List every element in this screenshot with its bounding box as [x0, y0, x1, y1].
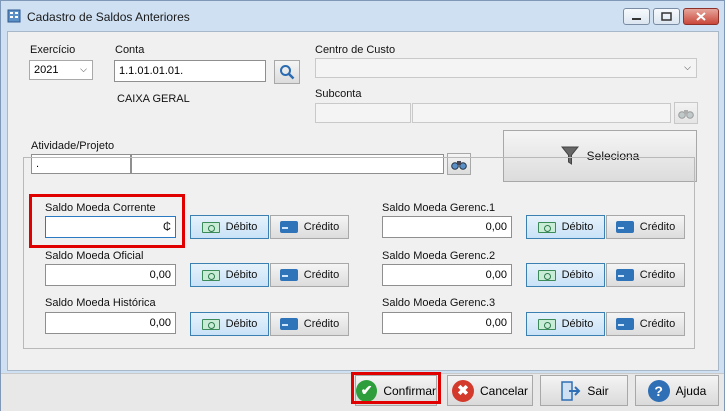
saldo-corrente-credito-button[interactable]: Crédito: [270, 215, 349, 239]
title-bar[interactable]: Cadastro de Saldos Anteriores: [1, 1, 724, 31]
centro-custo-label: Centro de Custo: [315, 44, 396, 56]
saldo-historica-credito-button[interactable]: Crédito: [270, 312, 349, 336]
centro-custo-select[interactable]: ⌵: [315, 58, 697, 78]
debito-label: Débito: [225, 269, 258, 281]
money-icon: [201, 318, 220, 330]
search-icon: [280, 65, 295, 80]
saldo-gerenc2-credito-button[interactable]: Crédito: [606, 263, 685, 287]
saldo-oficial-label: Saldo Moeda Oficial: [45, 250, 144, 262]
credito-label: Crédito: [303, 269, 340, 281]
saldo-gerenc2-input[interactable]: 0,00: [382, 264, 512, 286]
credit-card-icon: [279, 318, 298, 330]
conta-description: CAIXA GERAL: [117, 93, 190, 105]
saldo-oficial-debito-button[interactable]: Débito: [190, 263, 269, 287]
cancelar-button[interactable]: ✖ Cancelar: [447, 375, 533, 406]
app-icon: [7, 9, 21, 23]
window-title: Cadastro de Saldos Anteriores: [27, 10, 190, 24]
debito-label: Débito: [561, 269, 594, 281]
saldo-gerenc3-debito-button[interactable]: Débito: [526, 312, 605, 336]
chevron-down-icon: ⌵: [684, 62, 691, 72]
maximize-button[interactable]: [653, 8, 680, 25]
saldo-gerenc1-debito-button[interactable]: Débito: [526, 215, 605, 239]
credit-card-icon: [279, 221, 298, 233]
subconta-code-input[interactable]: [315, 103, 411, 123]
credito-label: Crédito: [639, 221, 676, 233]
conta-label: Conta: [115, 44, 145, 56]
saldo-gerenc3-label: Saldo Moeda Gerenc.3: [382, 297, 496, 309]
money-icon: [201, 269, 220, 281]
money-icon: [537, 318, 556, 330]
exercicio-select[interactable]: 2021 ⌵: [29, 60, 93, 80]
saldo-historica-debito-button[interactable]: Débito: [190, 312, 269, 336]
subconta-name-input[interactable]: [412, 103, 671, 123]
money-icon: [201, 221, 220, 233]
saldo-gerenc3-input[interactable]: 0,00: [382, 312, 512, 334]
credito-label: Crédito: [639, 269, 676, 281]
conta-input[interactable]: 1.1.01.01.01.: [114, 60, 266, 82]
debito-label: Débito: [561, 318, 594, 330]
credito-label: Crédito: [639, 318, 676, 330]
saldo-historica-input[interactable]: 0,00: [45, 312, 176, 334]
minimize-button[interactable]: [623, 8, 650, 25]
saldo-gerenc1-input[interactable]: 0,00: [382, 216, 512, 238]
saldo-gerenc3-credito-button[interactable]: Crédito: [606, 312, 685, 336]
credit-card-icon: [279, 269, 298, 281]
exit-door-icon: [561, 380, 581, 401]
saldo-corrente-debito-button[interactable]: Débito: [190, 215, 269, 239]
saldo-gerenc1-credito-button[interactable]: Crédito: [606, 215, 685, 239]
credit-card-icon: [615, 269, 634, 281]
saldo-gerenc2-debito-button[interactable]: Débito: [526, 263, 605, 287]
conta-search-button[interactable]: [274, 60, 300, 84]
chevron-down-icon: ⌵: [80, 64, 87, 74]
sair-label: Sair: [587, 383, 609, 398]
minimize-icon: [632, 18, 641, 20]
saldo-gerenc1-label: Saldo Moeda Gerenc.1: [382, 202, 496, 214]
subconta-label: Subconta: [315, 88, 362, 100]
cancel-x-icon: ✖: [451, 379, 474, 402]
money-icon: [537, 221, 556, 233]
annotation-highlight-saldo-corrente: [29, 194, 185, 248]
subconta-search-button[interactable]: [674, 102, 698, 124]
debito-label: Débito: [225, 221, 258, 233]
saldo-oficial-credito-button[interactable]: Crédito: [270, 263, 349, 287]
help-icon: ?: [647, 379, 670, 402]
close-button[interactable]: [683, 8, 719, 25]
saldo-historica-label: Saldo Moeda Histórica: [45, 297, 156, 309]
saldo-oficial-input[interactable]: 0,00: [45, 264, 176, 286]
atividade-label: Atividade/Projeto: [31, 140, 115, 152]
money-icon: [537, 269, 556, 281]
ajuda-button[interactable]: ? Ajuda: [635, 375, 719, 406]
saldo-gerenc2-label: Saldo Moeda Gerenc.2: [382, 250, 496, 262]
credit-card-icon: [615, 221, 634, 233]
credit-card-icon: [615, 318, 634, 330]
binoculars-icon: [678, 110, 694, 119]
maximize-icon: [661, 12, 672, 21]
close-icon: [696, 12, 706, 21]
exercicio-label: Exercício: [30, 44, 76, 56]
exercicio-value: 2021: [34, 64, 59, 76]
credito-label: Crédito: [303, 221, 340, 233]
credito-label: Crédito: [303, 318, 340, 330]
annotation-highlight-confirmar: [351, 372, 441, 404]
debito-label: Débito: [561, 221, 594, 233]
dialog-window: Cadastro de Saldos Anteriores Exercício …: [0, 0, 725, 411]
ajuda-label: Ajuda: [675, 383, 707, 398]
sair-button[interactable]: Sair: [540, 375, 628, 406]
debito-label: Débito: [225, 318, 258, 330]
cancelar-label: Cancelar: [479, 383, 529, 398]
